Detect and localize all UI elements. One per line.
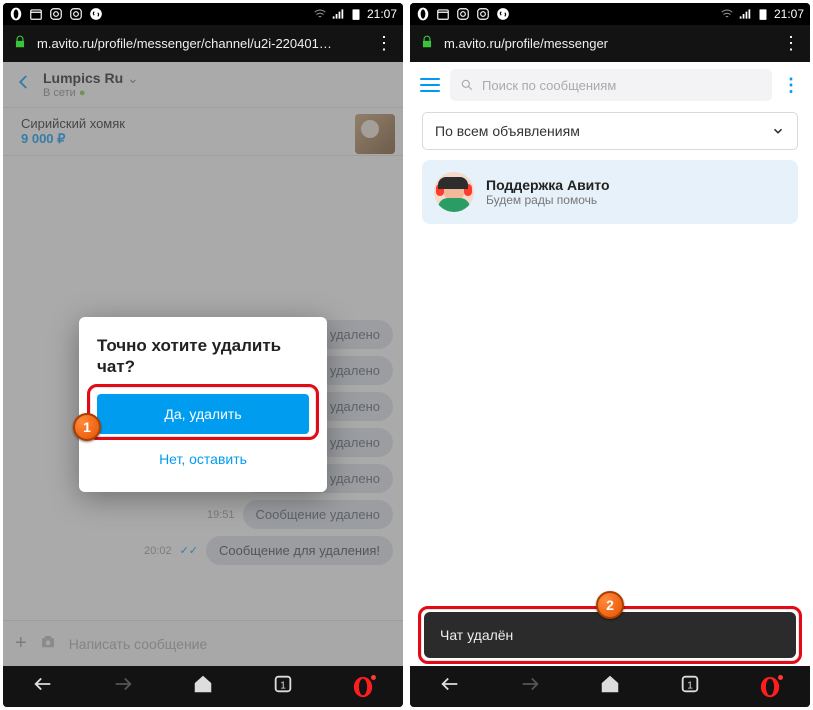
avatar (434, 172, 474, 212)
status-bar: 21:07 (410, 3, 810, 25)
browser-menu-icon[interactable]: ⋮ (375, 33, 393, 54)
svg-text:1: 1 (687, 681, 693, 692)
status-bar: 21:07 (3, 3, 403, 25)
browser-menu-icon[interactable]: ⋮ (782, 33, 800, 54)
nav-home-icon[interactable] (599, 673, 621, 700)
more-menu-icon[interactable]: ⋮ (782, 75, 800, 96)
shazam-icon (89, 7, 103, 21)
lock-icon (420, 35, 434, 52)
clock: 21:07 (367, 7, 397, 21)
search-placeholder: Поиск по сообщениям (482, 78, 616, 93)
clock: 21:07 (774, 7, 804, 21)
calendar-icon (436, 7, 450, 21)
support-subtitle: Будем рады помочь (486, 193, 610, 207)
filter-select[interactable]: По всем объявлениям (422, 112, 798, 150)
opera-status-icon (9, 7, 23, 21)
nav-back-icon[interactable] (439, 673, 461, 700)
browser-address-bar[interactable]: m.avito.ru/profile/messenger ⋮ (410, 25, 810, 62)
opera-menu-icon[interactable] (352, 676, 374, 698)
opera-menu-icon[interactable] (759, 676, 781, 698)
nav-home-icon[interactable] (192, 673, 214, 700)
calendar-icon (29, 7, 43, 21)
modal-title: Точно хотите удалить чат? (97, 335, 309, 378)
instagram-icon (49, 7, 63, 21)
nav-forward-icon (112, 673, 134, 700)
step-badge: 1 (73, 413, 101, 441)
filter-label: По всем объявлениям (435, 123, 580, 139)
support-chat-item[interactable]: Поддержка Авито Будем рады помочь (422, 160, 798, 224)
confirm-delete-button[interactable]: Да, удалить (97, 394, 309, 434)
phone-left: 21:07 m.avito.ru/profile/messenger/chann… (3, 3, 403, 707)
battery-icon (756, 7, 770, 21)
browser-nav-bar: 1 (410, 666, 810, 707)
page-content: Lumpics Ru ⌄ В сети ● Сирийский хомяк 9 … (3, 62, 403, 666)
nav-forward-icon (519, 673, 541, 700)
delete-chat-modal: Точно хотите удалить чат? Да, удалить Не… (79, 317, 327, 492)
nav-tabs-icon[interactable]: 1 (272, 673, 294, 700)
lock-icon (13, 35, 27, 52)
chevron-down-icon (771, 124, 785, 138)
url-text: m.avito.ru/profile/messenger (444, 36, 772, 51)
shazam-icon (496, 7, 510, 21)
wifi-icon (720, 7, 734, 21)
signal-icon (738, 7, 752, 21)
nav-tabs-icon[interactable]: 1 (679, 673, 701, 700)
browser-address-bar[interactable]: m.avito.ru/profile/messenger/channel/u2i… (3, 25, 403, 62)
support-title: Поддержка Авито (486, 177, 610, 193)
instagram-icon (69, 7, 83, 21)
browser-nav-bar: 1 (3, 666, 403, 707)
url-text: m.avito.ru/profile/messenger/channel/u2i… (37, 36, 365, 51)
battery-icon (349, 7, 363, 21)
svg-text:1: 1 (280, 681, 286, 692)
cancel-delete-button[interactable]: Нет, оставить (97, 440, 309, 478)
instagram-icon (456, 7, 470, 21)
step-badge: 2 (596, 591, 624, 619)
signal-icon (331, 7, 345, 21)
search-input[interactable]: Поиск по сообщениям (450, 69, 772, 101)
instagram-icon (476, 7, 490, 21)
messenger-header: Поиск по сообщениям ⋮ (410, 62, 810, 108)
phone-right: 21:07 m.avito.ru/profile/messenger ⋮ Пои… (410, 3, 810, 707)
burger-icon[interactable] (420, 78, 440, 92)
search-icon (460, 78, 474, 92)
opera-status-icon (416, 7, 430, 21)
nav-back-icon[interactable] (32, 673, 54, 700)
page-content: Поиск по сообщениям ⋮ По всем объявления… (410, 62, 810, 666)
wifi-icon (313, 7, 327, 21)
